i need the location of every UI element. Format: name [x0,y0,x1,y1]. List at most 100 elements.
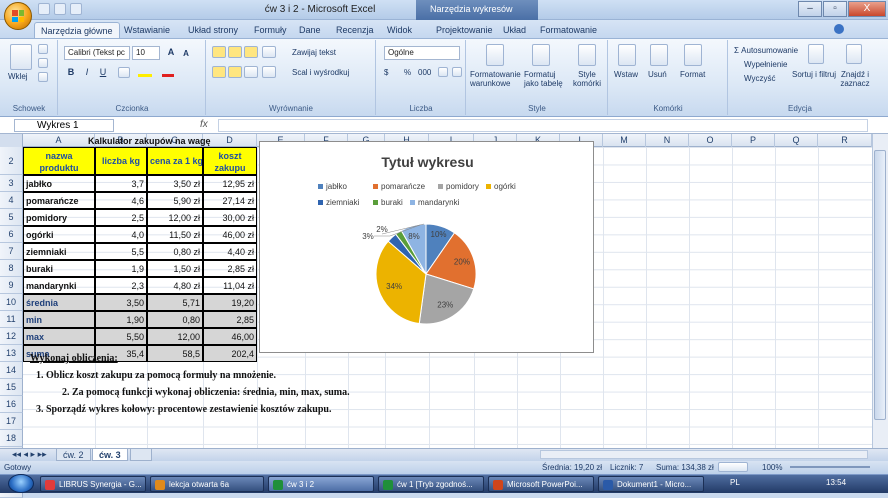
autosum-button[interactable]: Σ Autosumowanie [734,46,798,55]
currency-icon[interactable]: $ [384,68,396,77]
column-header-r[interactable]: R [818,134,872,147]
decrease-decimal-icon[interactable] [452,67,462,77]
row-header-5[interactable]: 5 [0,209,23,226]
borders-icon[interactable] [118,67,130,78]
tab-page-layout[interactable]: Układ strony [182,22,244,38]
tab-design[interactable]: Projektowanie [430,22,499,38]
zoom-slider[interactable] [790,466,870,468]
insert-cells-icon[interactable] [618,44,636,66]
grow-font-button[interactable]: A [164,46,178,59]
horizontal-scrollbar[interactable] [540,450,868,459]
align-bottom-icon[interactable] [244,46,258,58]
format-table-icon[interactable] [532,44,550,66]
tab-formulas[interactable]: Formuły [248,22,293,38]
sort-filter-icon[interactable] [808,44,824,64]
view-buttons-icon[interactable] [718,462,748,472]
wrap-text-button[interactable]: Zawijaj tekst [292,48,336,57]
row-header-10[interactable]: 10 [0,294,23,311]
bold-button[interactable]: B [64,66,78,79]
paste-icon[interactable] [10,44,32,70]
row-header-6[interactable]: 6 [0,226,23,243]
merge-center-button[interactable]: Scal i wyśrodkuj [292,68,349,77]
vertical-scroll-thumb[interactable] [874,150,886,420]
taskbar-item[interactable]: ćw 1 [Tryb zgodnoś... [378,476,484,492]
office-button[interactable] [4,2,32,30]
row-header-11[interactable]: 11 [0,311,23,328]
italic-button[interactable]: I [80,66,94,79]
insert-sheet-icon[interactable] [130,448,152,461]
close-button[interactable]: X [848,1,886,17]
align-center-icon[interactable] [228,66,242,78]
taskbar-item[interactable]: Microsoft PowerPoi... [488,476,594,492]
tab-review[interactable]: Recenzja [330,22,380,38]
formula-input[interactable] [218,119,868,132]
help-icon[interactable] [834,24,844,34]
redo-icon[interactable] [70,3,82,15]
row-header-15[interactable]: 15 [0,379,23,396]
increase-decimal-icon[interactable] [438,67,448,77]
pie-plot-area[interactable]: 10% 20% 23% 34% 3%2% 8% [260,142,595,354]
select-all-button[interactable] [0,134,23,147]
clear-button[interactable]: Wyczyść [744,74,775,83]
format-table-button[interactable]: Formatuj jako tabelę [524,70,566,88]
sort-filter-button[interactable]: Sortuj i filtruj [792,70,836,79]
cut-icon[interactable] [38,44,48,54]
sheet-tab-cw3[interactable]: ćw. 3 [92,448,128,461]
percent-button[interactable]: % [404,68,411,77]
insert-function-button[interactable]: fx [200,119,208,130]
cell-styles-button[interactable]: Style komórki [568,70,606,88]
format-cells-button[interactable]: Format [680,70,705,79]
find-select-icon[interactable] [846,44,862,64]
orientation-icon[interactable] [262,46,276,58]
column-header-o[interactable]: O [689,134,732,147]
tab-format[interactable]: Formatowanie [534,22,603,38]
underline-button[interactable]: U [96,66,110,79]
save-icon[interactable] [38,3,50,15]
minimize-button[interactable]: – [798,1,822,17]
tab-home[interactable]: Narzędzia główne [34,22,120,38]
row-header-4[interactable]: 4 [0,192,23,209]
indent-icon[interactable] [262,66,276,78]
find-select-button[interactable]: Znajdź i zaznacz [838,70,872,88]
taskbar-item[interactable]: lekcja otwarta 6a [150,476,264,492]
align-left-icon[interactable] [212,66,226,78]
shrink-font-button[interactable]: A [180,47,192,60]
tab-insert[interactable]: Wstawianie [118,22,176,38]
start-button[interactable] [8,474,34,493]
row-header-12[interactable]: 12 [0,328,23,345]
copy-icon[interactable] [38,58,48,68]
row-header-16[interactable]: 16 [0,396,23,413]
delete-cells-icon[interactable] [650,44,668,66]
taskbar-item[interactable]: LIBRUS Synergia - G... [40,476,146,492]
row-header-2[interactable]: 2 [0,147,23,175]
column-header-p[interactable]: P [732,134,775,147]
fill-button[interactable]: Wypełnienie [744,60,788,69]
name-box[interactable]: Wykres 1 [14,119,114,132]
tab-data[interactable]: Dane [293,22,327,38]
row-header-17[interactable]: 17 [0,413,23,430]
conditional-format-button[interactable]: Formatowanie warunkowe [470,70,521,88]
row-header-13[interactable]: 13 [0,345,23,362]
row-header-3[interactable]: 3 [0,175,23,192]
align-middle-icon[interactable] [228,46,242,58]
cell-styles-icon[interactable] [578,44,596,66]
delete-cells-button[interactable]: Usuń [648,70,667,79]
row-header-9[interactable]: 9 [0,277,23,294]
fill-color-icon[interactable] [138,68,152,77]
sheet-tab-cw2[interactable]: ćw. 2 [56,448,91,461]
pie-chart[interactable]: Tytuł wykresu jabłko pomarańcze pomidory og… [259,141,594,353]
tab-layout[interactable]: Układ [497,22,532,38]
align-right-icon[interactable] [244,66,258,78]
row-header-14[interactable]: 14 [0,362,23,379]
font-name-combo[interactable]: Calibri (Tekst pc [64,46,130,60]
thousands-button[interactable]: 000 [418,68,431,77]
row-header-18[interactable]: 18 [0,430,23,447]
language-indicator[interactable]: PL [730,478,740,487]
insert-cells-button[interactable]: Wstaw [614,70,638,79]
number-format-combo[interactable]: Ogólne [384,46,460,60]
format-cells-icon[interactable] [684,44,702,66]
column-header-q[interactable]: Q [775,134,818,147]
taskbar-item[interactable]: ćw 3 i 2 [268,476,374,492]
row-header-7[interactable]: 7 [0,243,23,260]
column-header-a[interactable]: A [23,134,95,147]
